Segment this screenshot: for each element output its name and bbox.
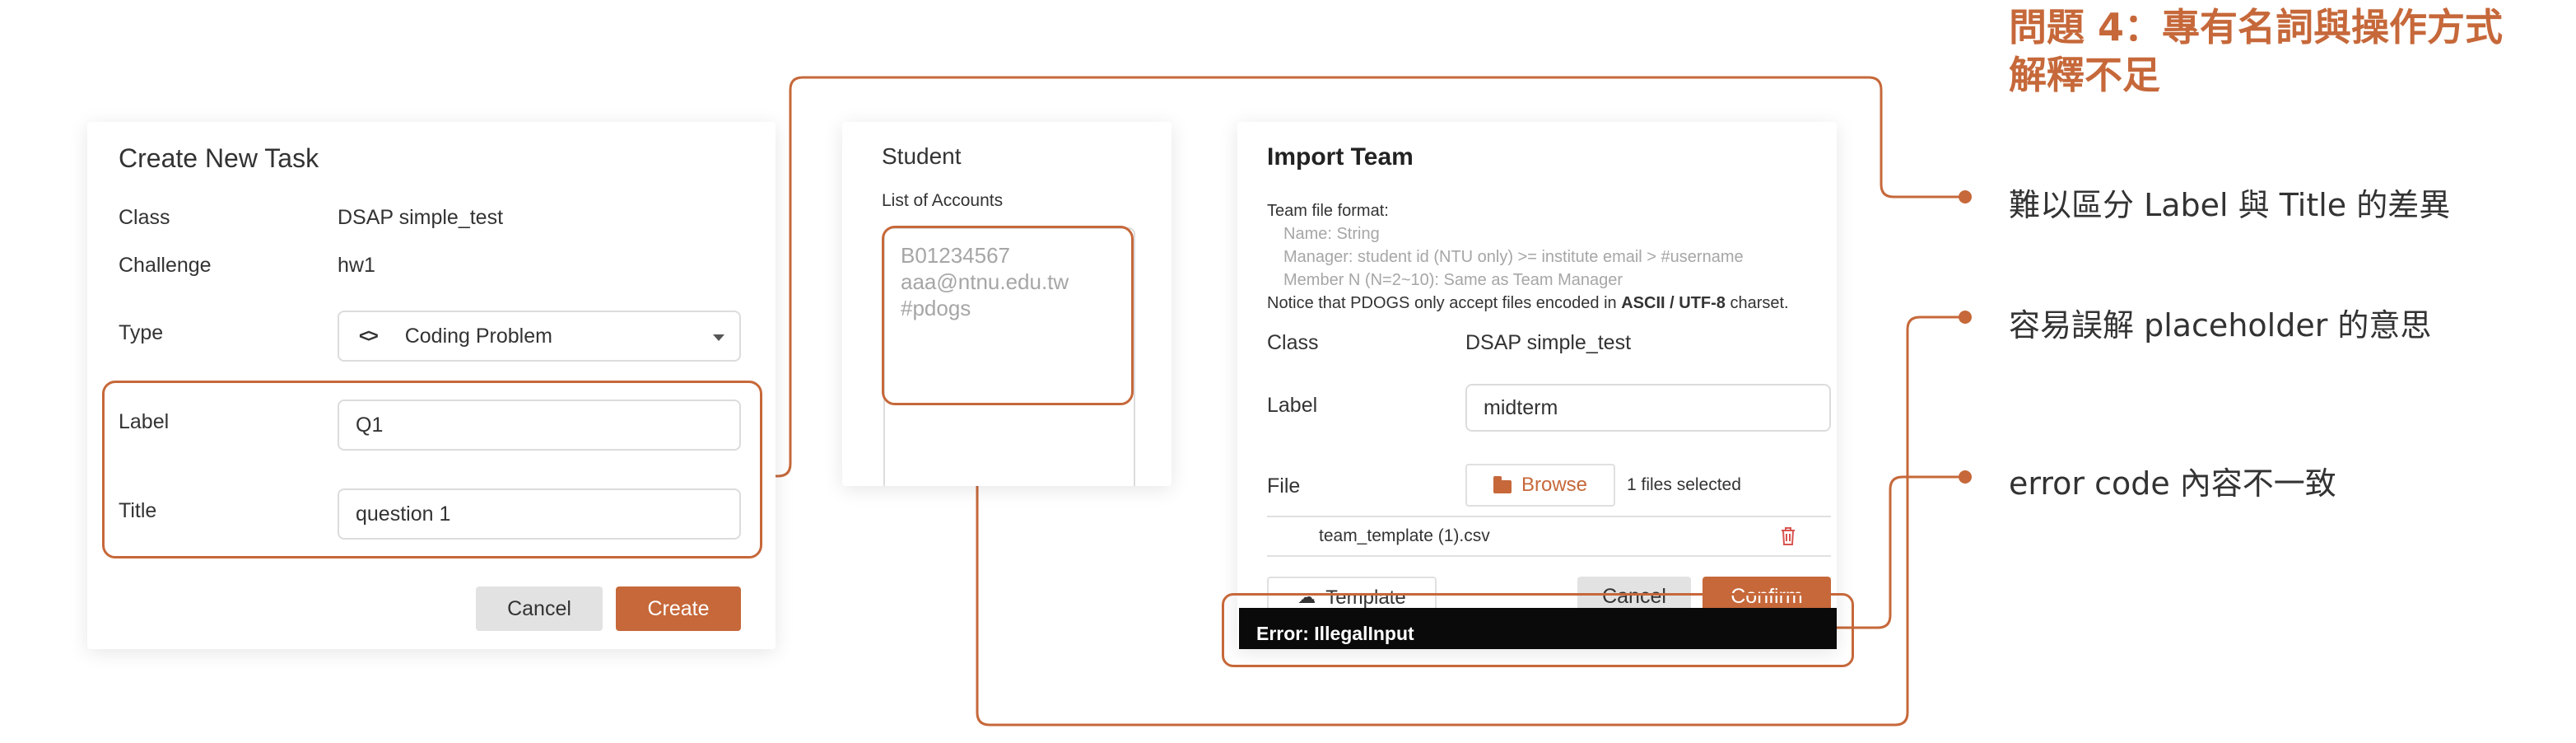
challenge-label: Challenge (119, 254, 212, 277)
files-selected-text: 1 files selected (1627, 475, 1741, 494)
file-name: team_template (1).csv (1319, 526, 1490, 545)
challenge-value: hw1 (338, 254, 375, 277)
import-team-title: Import Team (1267, 143, 1414, 171)
student-title: Student (882, 143, 962, 169)
accounts-label: List of Accounts (882, 191, 1004, 210)
import-class-label: Class (1267, 331, 1319, 354)
annotation-error-code: error code 內容不一致 (2009, 465, 2336, 502)
format-line-1: Name: String (1283, 225, 1380, 243)
import-label-label: Label (1267, 394, 1318, 417)
import-file-label: File (1267, 474, 1301, 498)
annotation-dot-3 (1959, 470, 1972, 484)
encoding-notice: Notice that PDOGS only accept files enco… (1267, 292, 1789, 315)
type-label: Type (119, 321, 164, 344)
issue-heading-line-2: 解釋不足 (2009, 53, 2160, 97)
create-task-create-button[interactable]: Create (616, 586, 741, 631)
format-line-3: Member N (N=2~10): Same as Team Manager (1283, 271, 1623, 289)
issue-heading-line-1: 問題 4：專有名詞與操作方式 (2009, 5, 2504, 49)
code-icon: <> (359, 325, 379, 346)
label-title-highlight (102, 381, 762, 558)
caret-down-icon (713, 334, 724, 341)
create-task-title: Create New Task (119, 143, 319, 173)
format-title: Team file format: (1267, 202, 1389, 220)
class-value: DSAP simple_test (338, 206, 504, 229)
type-select[interactable]: <> Coding Problem (338, 311, 741, 362)
annotation-dot-1 (1959, 190, 1972, 203)
placeholder-highlight (882, 226, 1134, 405)
import-label-input[interactable]: midterm (1465, 384, 1831, 432)
trash-icon[interactable] (1780, 526, 1796, 546)
issue-heading: 問題 4：專有名詞與操作方式 解釋不足 (2009, 3, 2503, 99)
import-class-value: DSAP simple_test (1465, 331, 1632, 354)
create-task-cancel-button[interactable]: Cancel (476, 586, 603, 631)
annotation-placeholder: 容易誤解 placeholder 的意思 (2009, 307, 2432, 343)
folder-icon (1493, 476, 1512, 493)
annotation-dot-2 (1959, 311, 1972, 324)
browse-button[interactable]: Browse (1465, 464, 1615, 507)
error-highlight (1222, 593, 1854, 667)
team-file-format: Team file format: Name: String Manager: … (1267, 199, 1789, 315)
class-label: Class (119, 206, 170, 229)
format-line-2: Manager: student id (NTU only) >= instit… (1283, 248, 1744, 266)
notice-post: charset. (1725, 294, 1789, 312)
notice-bold: ASCII / UTF-8 (1621, 294, 1726, 312)
annotation-label-title: 難以區分 Label 與 Title 的差異 (2009, 187, 2451, 223)
type-select-value: Coding Problem (404, 324, 552, 348)
notice-pre: Notice that PDOGS only accept files enco… (1267, 294, 1622, 312)
browse-button-label: Browse (1521, 474, 1588, 496)
